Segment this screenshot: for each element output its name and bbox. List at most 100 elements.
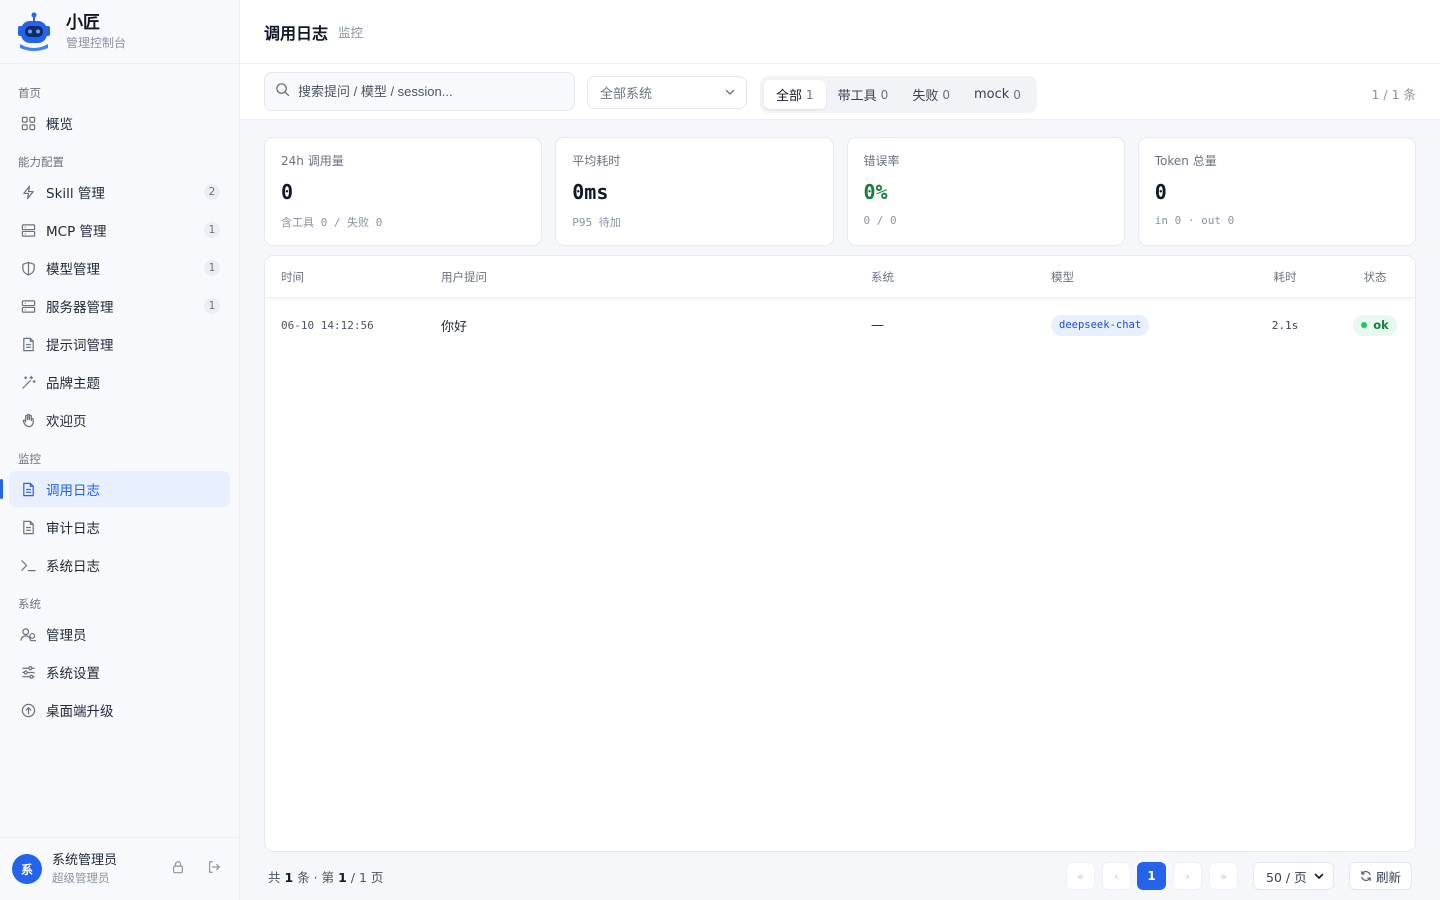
sidebar-item-label: 服务器管理 — [46, 300, 114, 316]
sidebar-item-system-logs[interactable]: 系统日志 — [9, 547, 230, 583]
sidebar-item-label: 审计日志 — [46, 521, 100, 537]
column-header-duration[interactable]: 耗时 — [1235, 269, 1335, 285]
count-badge: 1 — [204, 260, 220, 276]
server-icon — [19, 221, 37, 239]
filter-tab-count: 1 — [806, 87, 814, 102]
filter-tab-label: 失败 — [912, 89, 939, 104]
next-page-button[interactable]: › — [1173, 862, 1202, 890]
sidebar-nav: 首页 概览 能力配置 Skill 管理 2 MCP 管理 1 模型管理 1 服务… — [0, 64, 239, 728]
stat-label: 24h 调用量 — [281, 154, 344, 168]
status-dot-icon — [1361, 322, 1368, 328]
cell-system: — — [871, 317, 884, 333]
table-row[interactable]: 06-10 14:12:56 你好 — deepseek-chat 2.1s o… — [265, 298, 1415, 352]
lock-icon[interactable] — [171, 860, 185, 878]
column-header-question[interactable]: 用户提问 — [425, 269, 855, 285]
page-header: 调用日志 监控 — [240, 0, 1440, 64]
user-name: 系统管理员 — [52, 853, 118, 868]
nav-section-capability: 能力配置 — [18, 155, 64, 169]
record-summary: 1 / 1 条 — [1371, 87, 1416, 102]
document-icon — [19, 335, 37, 353]
stat-sub: 含工具 0 / 失败 0 — [281, 216, 383, 229]
stat-sub: in 0 · out 0 — [1154, 214, 1235, 227]
nav-section-monitor: 监控 — [18, 452, 41, 466]
filter-toolbar: 全部系统 全部 1 带工具 0 失败 0 mock 0 1 / 1 条 — [240, 64, 1440, 120]
filter-tab-mock[interactable]: mock 0 — [962, 80, 1033, 109]
refresh-button[interactable]: 刷新 — [1349, 862, 1412, 890]
sidebar-item-label: Skill 管理 — [46, 186, 105, 202]
current-page-number: 1 — [338, 870, 347, 885]
column-header-status[interactable]: 状态 — [1335, 269, 1415, 285]
total-prefix: 共 — [268, 870, 281, 885]
first-page-button[interactable]: « — [1066, 862, 1095, 890]
sidebar-item-label: 概览 — [46, 117, 73, 133]
sidebar-item-label: 管理员 — [46, 628, 87, 644]
total-unit: 条 · 第 — [297, 870, 335, 885]
logout-icon[interactable] — [207, 860, 221, 878]
upload-circle-icon — [19, 701, 37, 719]
sidebar-item-audit-logs[interactable]: 审计日志 — [9, 509, 230, 545]
filter-tab-failed[interactable]: 失败 0 — [900, 80, 962, 109]
refresh-label: 刷新 — [1375, 869, 1401, 885]
table-header: 时间 用户提问 系统 模型 耗时 状态 — [265, 256, 1415, 298]
sidebar-item-desktop-upgrade[interactable]: 桌面端升级 — [9, 692, 230, 728]
brand-title: 小匠 — [66, 12, 100, 33]
sidebar-item-skill[interactable]: Skill 管理 2 — [9, 174, 230, 210]
total-count: 1 — [284, 870, 294, 885]
document-icon — [19, 518, 37, 536]
server-icon — [19, 297, 37, 315]
stat-card-calls: 24h 调用量 0 含工具 0 / 失败 0 — [264, 137, 543, 246]
sidebar-item-label: 桌面端升级 — [46, 704, 114, 720]
page-total: / 1 页 — [350, 870, 384, 885]
count-badge: 2 — [204, 184, 220, 200]
main-content: 调用日志 监控 全部系统 全部 1 带工具 0 失败 — [240, 0, 1440, 900]
sidebar-item-label: 模型管理 — [46, 262, 100, 278]
count-badge: 1 — [204, 222, 220, 238]
sidebar-item-overview[interactable]: 概览 — [9, 105, 230, 141]
column-header-system[interactable]: 系统 — [855, 269, 1035, 285]
sidebar-item-mcp[interactable]: MCP 管理 1 — [9, 212, 230, 248]
sidebar-item-label: MCP 管理 — [46, 224, 107, 240]
robot-logo-icon — [14, 12, 54, 52]
stat-sub: P95 待加 — [572, 216, 621, 229]
page-title: 调用日志 — [264, 23, 329, 43]
sidebar-item-call-logs[interactable]: 调用日志 — [0, 471, 230, 507]
prev-page-button[interactable]: ‹ — [1102, 862, 1131, 890]
sidebar-item-label: 品牌主题 — [46, 376, 100, 392]
sidebar-item-models[interactable]: 模型管理 1 — [9, 250, 230, 286]
sidebar-item-settings[interactable]: 系统设置 — [9, 654, 230, 690]
system-select[interactable]: 全部系统 — [587, 76, 747, 109]
sidebar-item-prompts[interactable]: 提示词管理 — [9, 326, 230, 362]
filter-tab-with-tools[interactable]: 带工具 0 — [826, 80, 901, 109]
document-icon — [19, 480, 37, 498]
sidebar-item-welcome[interactable]: 欢迎页 — [9, 402, 230, 438]
sidebar-item-brand-theme[interactable]: 品牌主题 — [9, 364, 230, 400]
filter-tab-label: 带工具 — [837, 89, 877, 104]
cell-question: 你好 — [441, 319, 468, 335]
sidebar-item-servers[interactable]: 服务器管理 1 — [9, 288, 230, 324]
stat-sub: 0 / 0 — [863, 214, 897, 227]
stat-value: 0 — [1154, 180, 1167, 204]
column-header-time[interactable]: 时间 — [265, 269, 425, 285]
filter-tab-all[interactable]: 全部 1 — [764, 80, 826, 109]
status-text: ok — [1373, 318, 1389, 332]
stat-card-tokens: Token 总量 0 in 0 · out 0 — [1137, 137, 1416, 246]
refresh-icon — [1361, 870, 1371, 882]
page-button-current[interactable]: 1 — [1137, 862, 1166, 890]
stat-label: 错误率 — [863, 154, 900, 168]
grid-icon — [19, 114, 37, 132]
page-size-select[interactable]: 50 / 页 — [1253, 862, 1334, 890]
page-size-value: 50 / 页 — [1266, 869, 1307, 885]
chevron-down-icon — [1313, 870, 1325, 885]
model-tag: deepseek-chat — [1051, 314, 1150, 336]
avatar[interactable]: 系 — [12, 854, 42, 884]
stat-card-latency: 平均耗时 0ms P95 待加 — [555, 137, 834, 246]
magic-wand-icon — [19, 373, 37, 391]
user-actions — [171, 860, 221, 878]
search-input[interactable] — [298, 84, 568, 99]
sidebar-item-admins[interactable]: 管理员 — [9, 616, 230, 652]
stat-cards: 24h 调用量 0 含工具 0 / 失败 0 平均耗时 0ms P95 待加 错… — [264, 137, 1416, 246]
last-page-button[interactable]: » — [1209, 862, 1238, 890]
count-badge: 1 — [204, 298, 220, 314]
column-header-model[interactable]: 模型 — [1035, 269, 1235, 285]
chevron-down-icon — [724, 86, 736, 102]
